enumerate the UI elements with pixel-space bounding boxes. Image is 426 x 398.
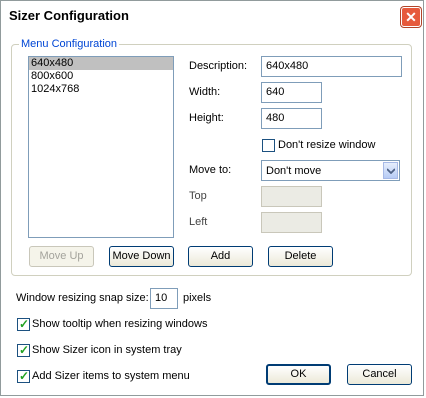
height-label: Height: <box>189 112 224 124</box>
add-system-menu-label: Add Sizer items to system menu <box>32 370 190 382</box>
list-item[interactable]: 800x600 <box>29 70 173 83</box>
move-to-select[interactable]: Don't move <box>261 160 400 181</box>
move-down-button[interactable]: Move Down <box>109 246 174 267</box>
top-label: Top <box>189 190 207 202</box>
left-field[interactable] <box>261 212 322 233</box>
check-icon: ✓ <box>19 343 30 357</box>
show-tooltip-checkbox[interactable]: ✓ <box>17 317 30 331</box>
height-field[interactable]: 480 <box>261 108 322 129</box>
top-field[interactable] <box>261 186 322 207</box>
dont-resize-checkbox[interactable] <box>262 139 275 152</box>
window-title: Sizer Configuration <box>9 8 129 23</box>
move-to-value: Don't move <box>266 165 322 177</box>
check-icon: ✓ <box>19 369 30 383</box>
sizer-configuration-dialog: Sizer Configuration ✕ Menu Configuration… <box>0 0 424 396</box>
resolution-list[interactable]: 640x480 800x600 1024x768 <box>28 56 174 238</box>
description-label: Description: <box>189 60 248 72</box>
snap-size-label: Window resizing snap size: <box>16 292 149 304</box>
list-item[interactable]: 640x480 <box>29 57 173 70</box>
show-tooltip-label: Show tooltip when resizing windows <box>32 318 208 330</box>
title-bar[interactable]: Sizer Configuration ✕ <box>1 1 423 31</box>
description-field[interactable]: 640x480 <box>261 56 402 77</box>
check-icon: ✓ <box>19 317 30 331</box>
snap-size-field[interactable]: 10 <box>150 288 178 309</box>
move-up-button[interactable]: Move Up <box>29 246 94 267</box>
list-item[interactable]: 1024x768 <box>29 83 173 96</box>
delete-button[interactable]: Delete <box>268 246 333 267</box>
width-label: Width: <box>189 86 221 98</box>
show-tray-icon-checkbox[interactable]: ✓ <box>17 343 30 357</box>
width-field[interactable]: 640 <box>261 82 322 103</box>
move-to-label: Move to: <box>189 164 232 176</box>
dont-resize-label: Don't resize window <box>278 139 376 151</box>
close-button[interactable]: ✕ <box>401 7 421 27</box>
cancel-button[interactable]: Cancel <box>347 364 412 385</box>
snap-size-unit: pixels <box>183 292 212 304</box>
show-tray-icon-label: Show Sizer icon in system tray <box>32 344 182 356</box>
close-icon: ✕ <box>405 9 417 25</box>
menu-configuration-label: Menu Configuration <box>19 38 120 50</box>
add-button[interactable]: Add <box>188 246 253 267</box>
ok-button[interactable]: OK <box>266 364 331 385</box>
add-system-menu-checkbox[interactable]: ✓ <box>17 369 30 383</box>
dropdown-button[interactable] <box>383 162 398 179</box>
chevron-down-icon <box>387 168 395 174</box>
left-label: Left <box>189 216 208 228</box>
